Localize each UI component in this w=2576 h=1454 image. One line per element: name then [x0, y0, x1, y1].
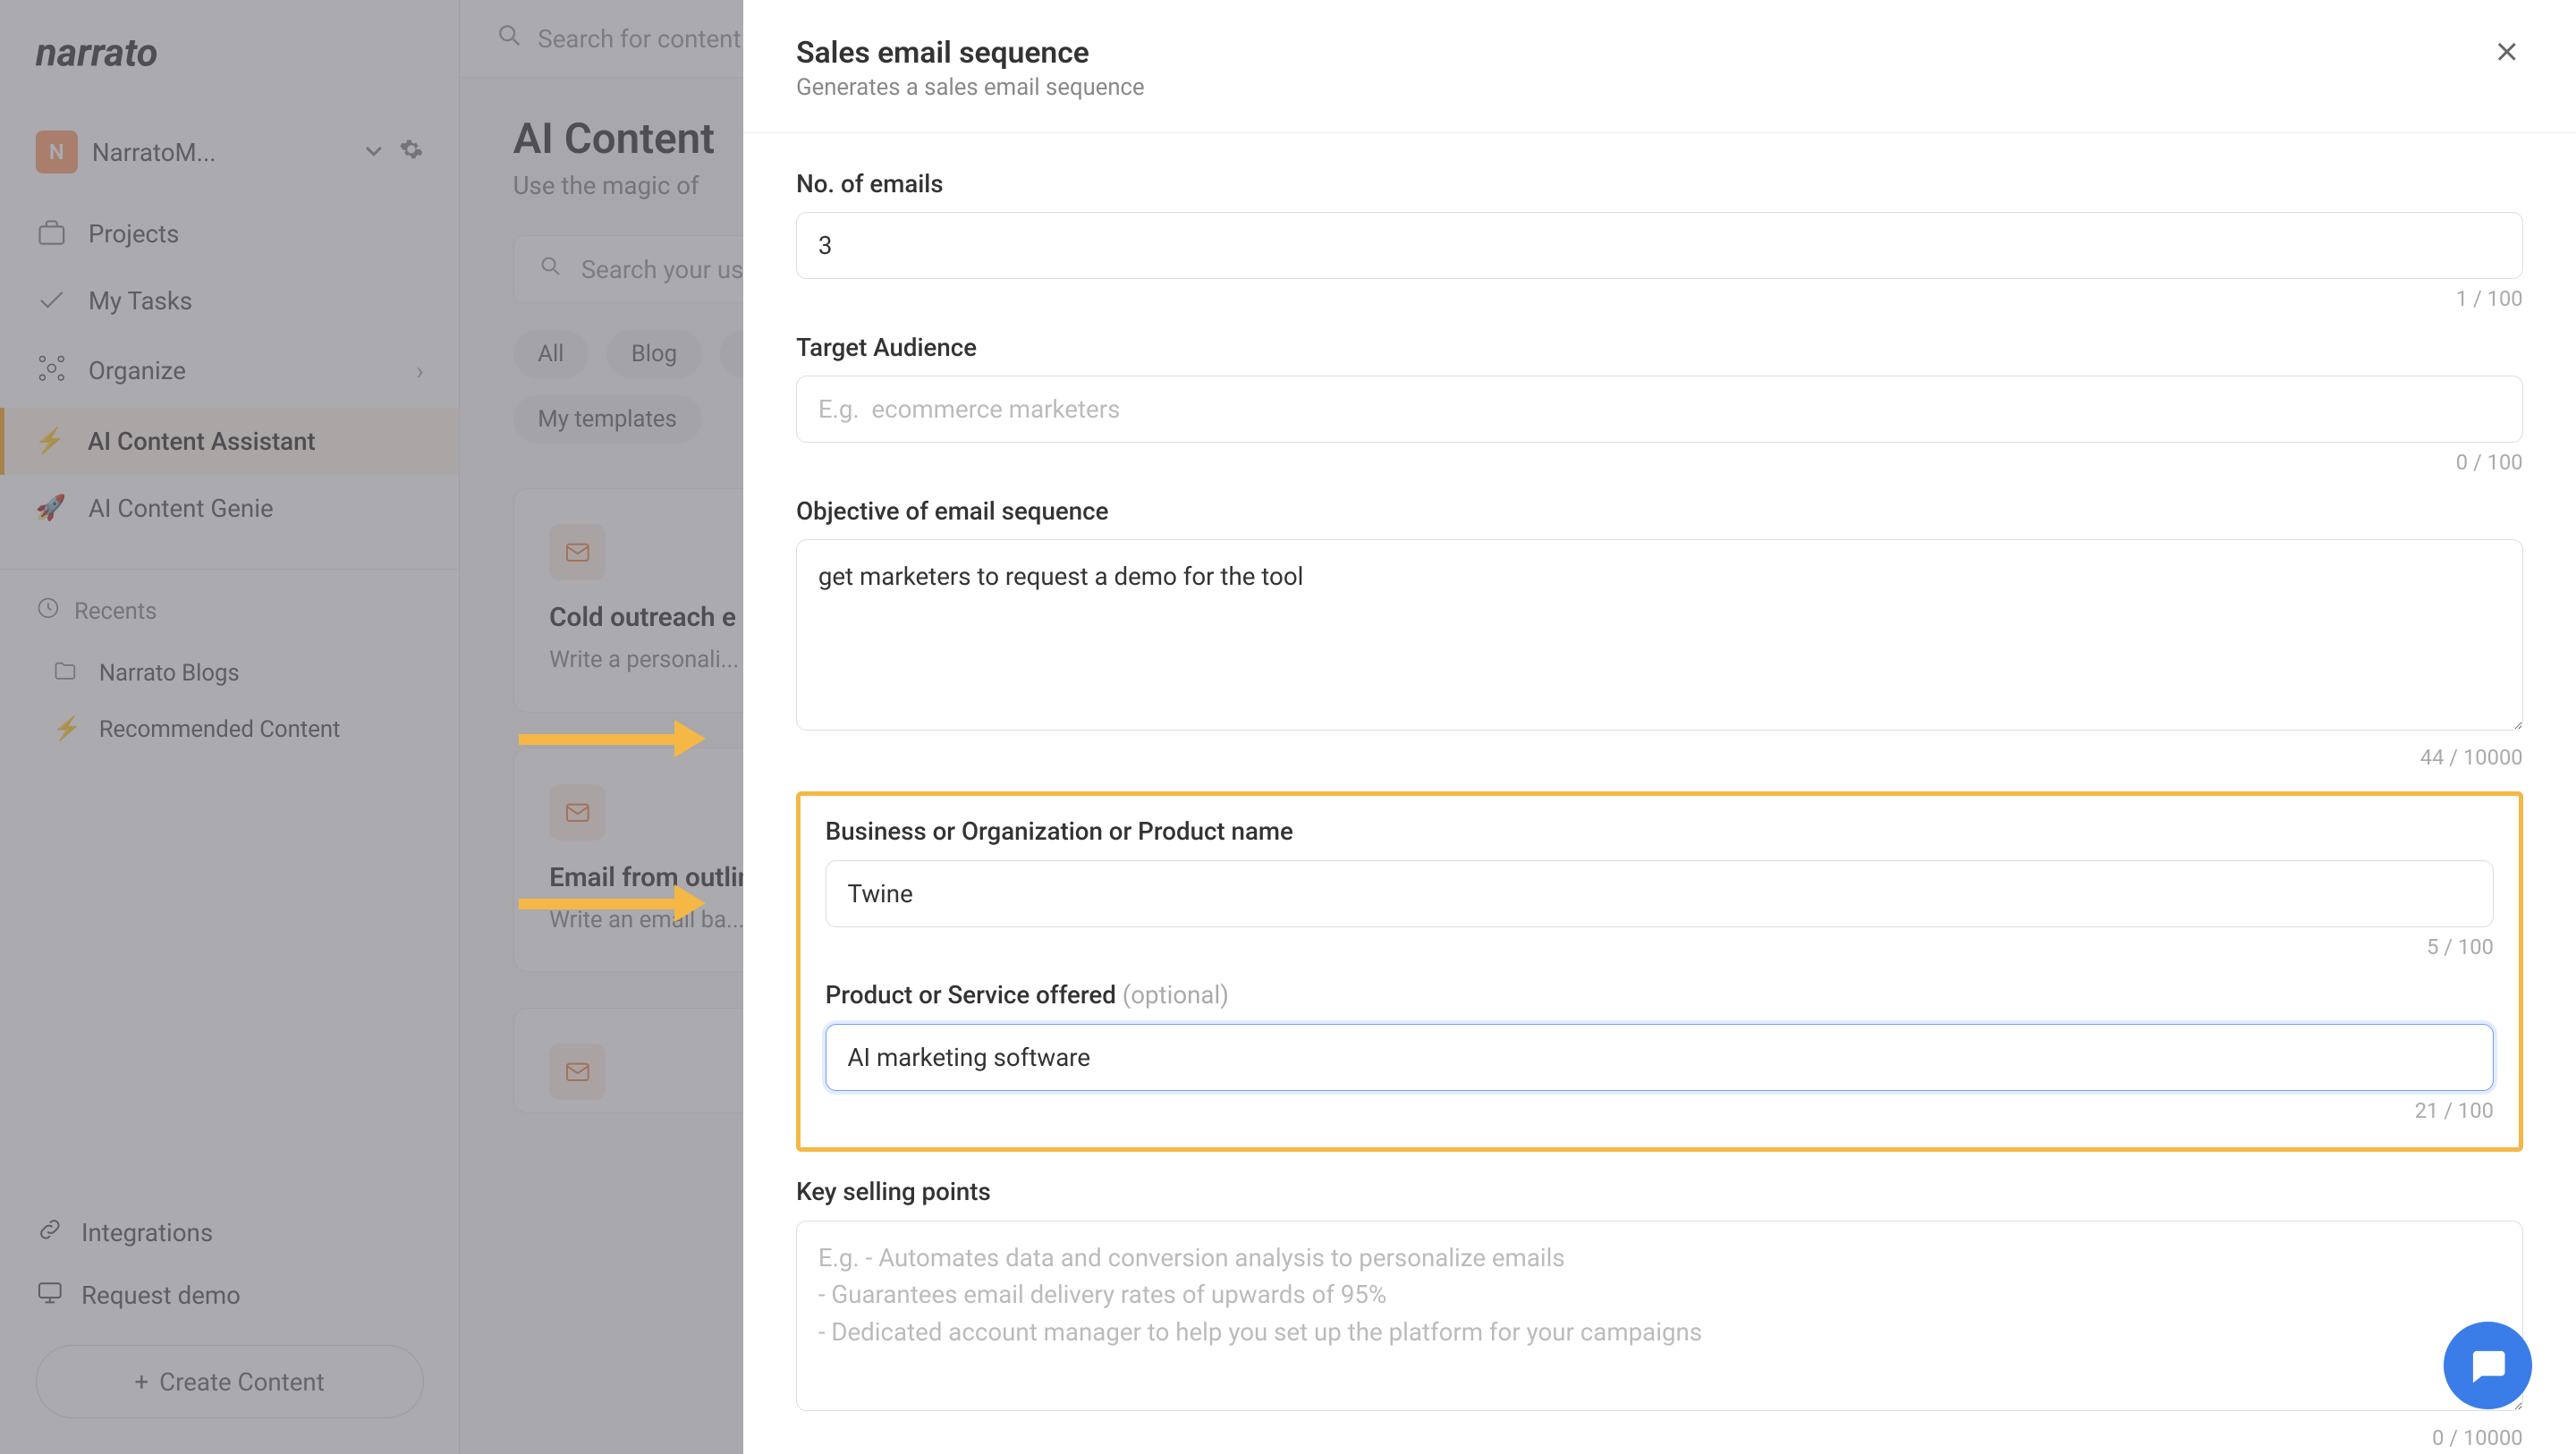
- annotation-arrow: [519, 720, 707, 759]
- sales-email-sequence-modal: Sales email sequence Generates a sales e…: [743, 0, 2576, 1454]
- product-service-input[interactable]: [826, 1024, 2494, 1091]
- annotation-arrow: [519, 884, 707, 924]
- char-count: 44 / 10000: [796, 745, 2523, 770]
- product-service-label: Product or Service offered (optional): [826, 980, 2494, 1010]
- modal-subtitle: Generates a sales email sequence: [796, 74, 1145, 101]
- chat-widget-button[interactable]: [2444, 1322, 2532, 1410]
- objective-label: Objective of email sequence: [796, 496, 2523, 526]
- char-count: 0 / 100: [796, 450, 2523, 475]
- objective-textarea[interactable]: [796, 539, 2523, 731]
- num-emails-label: No. of emails: [796, 169, 2523, 199]
- char-count: 1 / 100: [796, 286, 2523, 311]
- label-text: Product or Service offered: [826, 980, 1116, 1010]
- char-count: 21 / 100: [826, 1098, 2494, 1123]
- key-selling-textarea[interactable]: [796, 1221, 2523, 1412]
- close-button[interactable]: [2491, 36, 2523, 75]
- target-audience-label: Target Audience: [796, 333, 2523, 362]
- highlighted-fields: Business or Organization or Product name…: [796, 791, 2523, 1153]
- char-count: 5 / 100: [826, 934, 2494, 959]
- target-audience-input[interactable]: [796, 376, 2523, 443]
- optional-text: (optional): [1123, 980, 1229, 1010]
- key-selling-label: Key selling points: [796, 1177, 2523, 1206]
- char-count: 0 / 10000: [796, 1425, 2523, 1450]
- close-icon: [2491, 36, 2523, 68]
- chat-icon: [2466, 1344, 2508, 1386]
- num-emails-input[interactable]: [796, 212, 2523, 279]
- business-name-input[interactable]: [826, 860, 2494, 927]
- modal-title: Sales email sequence: [796, 36, 1145, 71]
- business-name-label: Business or Organization or Product name: [826, 816, 2494, 846]
